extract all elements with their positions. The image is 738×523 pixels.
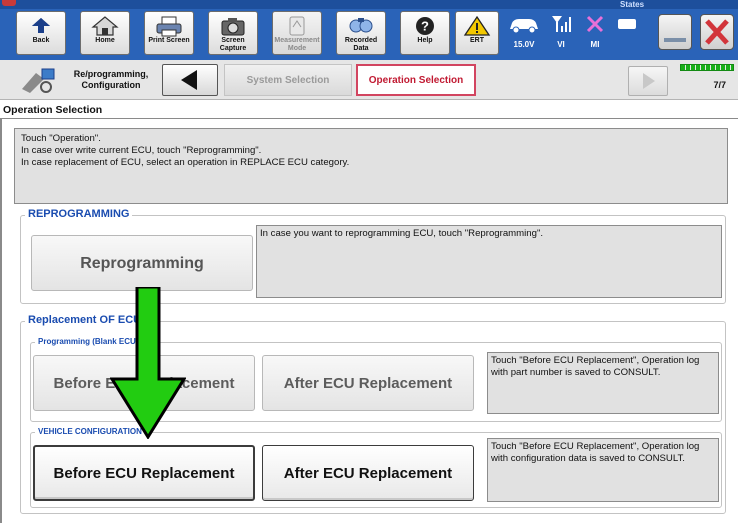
navigation-bar: Re/programming, Configuration System Sel… — [0, 60, 738, 100]
back-button[interactable]: Back — [16, 11, 66, 55]
printer-icon — [156, 16, 182, 37]
print-screen-button[interactable]: Print Screen — [144, 11, 194, 55]
nav-back-button[interactable] — [162, 64, 218, 96]
instruction-line-1: Touch "Operation". — [21, 133, 101, 144]
breadcrumb-system-selection[interactable]: System Selection — [224, 64, 352, 96]
reprogramming-description: In case you want to reprogramming ECU, t… — [256, 225, 722, 298]
measurement-mode-button[interactable]: Measurement Mode — [272, 11, 322, 55]
connection-indicator — [614, 14, 642, 39]
instruction-line-3: In case replacement of ECU, select an op… — [21, 157, 350, 168]
reprogramming-legend: REPROGRAMMING — [25, 208, 133, 220]
states-label: States — [620, 0, 645, 9]
vehicle-configuration-subgroup: VEHICLE CONFIGURATION Before ECU Replace… — [30, 427, 722, 508]
home-button[interactable]: Home — [80, 11, 130, 55]
svg-text:?: ? — [421, 19, 429, 34]
mi-indicator: MI — [582, 14, 608, 49]
vehicle-configuration-description: Touch "Before ECU Replacement", Operatio… — [487, 438, 719, 502]
nav-title: Re/programming, Configuration — [73, 69, 149, 90]
mi-disconnected-icon — [586, 15, 604, 33]
app-icon — [2, 0, 16, 6]
page-number: 7/7 — [713, 80, 726, 90]
reprogramming-button[interactable]: Reprogramming — [31, 235, 253, 291]
recorded-data-icon — [349, 18, 373, 33]
help-icon: ? — [416, 17, 434, 35]
vehicle-config-before-replacement-button[interactable]: Before ECU Replacement — [33, 445, 255, 501]
ert-button[interactable]: ERT — [455, 11, 499, 55]
triangle-right-icon — [643, 73, 655, 89]
screen-capture-button[interactable]: Screen Capture — [208, 11, 258, 55]
back-arrow-icon — [32, 18, 50, 33]
close-icon — [705, 19, 729, 45]
nav-forward-button[interactable] — [628, 66, 668, 96]
triangle-left-icon — [181, 70, 197, 90]
camera-icon — [221, 18, 245, 36]
green-down-arrow-icon — [110, 287, 186, 439]
warning-icon — [463, 15, 491, 36]
left-border — [0, 119, 2, 523]
battery-voltage-indicator: 15.0V — [506, 14, 542, 49]
close-button[interactable] — [700, 14, 734, 50]
section-title: Operation Selection — [3, 104, 103, 116]
toolbar: States Back Home Print Screen Screen Cap… — [0, 0, 738, 60]
recorded-data-button[interactable]: Recorded Data — [336, 11, 386, 55]
progress-bar — [680, 64, 734, 71]
vi-indicator: VI — [548, 14, 574, 49]
vehicle-icon — [510, 19, 538, 34]
plug-icon — [618, 19, 636, 29]
divider — [0, 118, 738, 119]
help-button[interactable]: ? Help — [400, 11, 450, 55]
minimize-icon — [664, 38, 686, 42]
minimize-button[interactable] — [658, 14, 692, 50]
instruction-line-2: In case over write current ECU, touch "R… — [21, 145, 262, 156]
signal-icon — [552, 16, 571, 32]
home-icon — [91, 16, 119, 36]
reprogramming-icon — [22, 68, 55, 93]
programming-after-replacement-button[interactable]: After ECU Replacement — [262, 355, 474, 411]
programming-description: Touch "Before ECU Replacement", Operatio… — [487, 352, 719, 414]
breadcrumb-operation-selection[interactable]: Operation Selection — [356, 64, 476, 96]
instruction-box: Touch "Operation". In case over write cu… — [14, 128, 728, 204]
measurement-icon — [289, 16, 305, 36]
vehicle-config-after-replacement-button[interactable]: After ECU Replacement — [262, 445, 474, 501]
page-indicator: 7/7 — [678, 64, 736, 96]
